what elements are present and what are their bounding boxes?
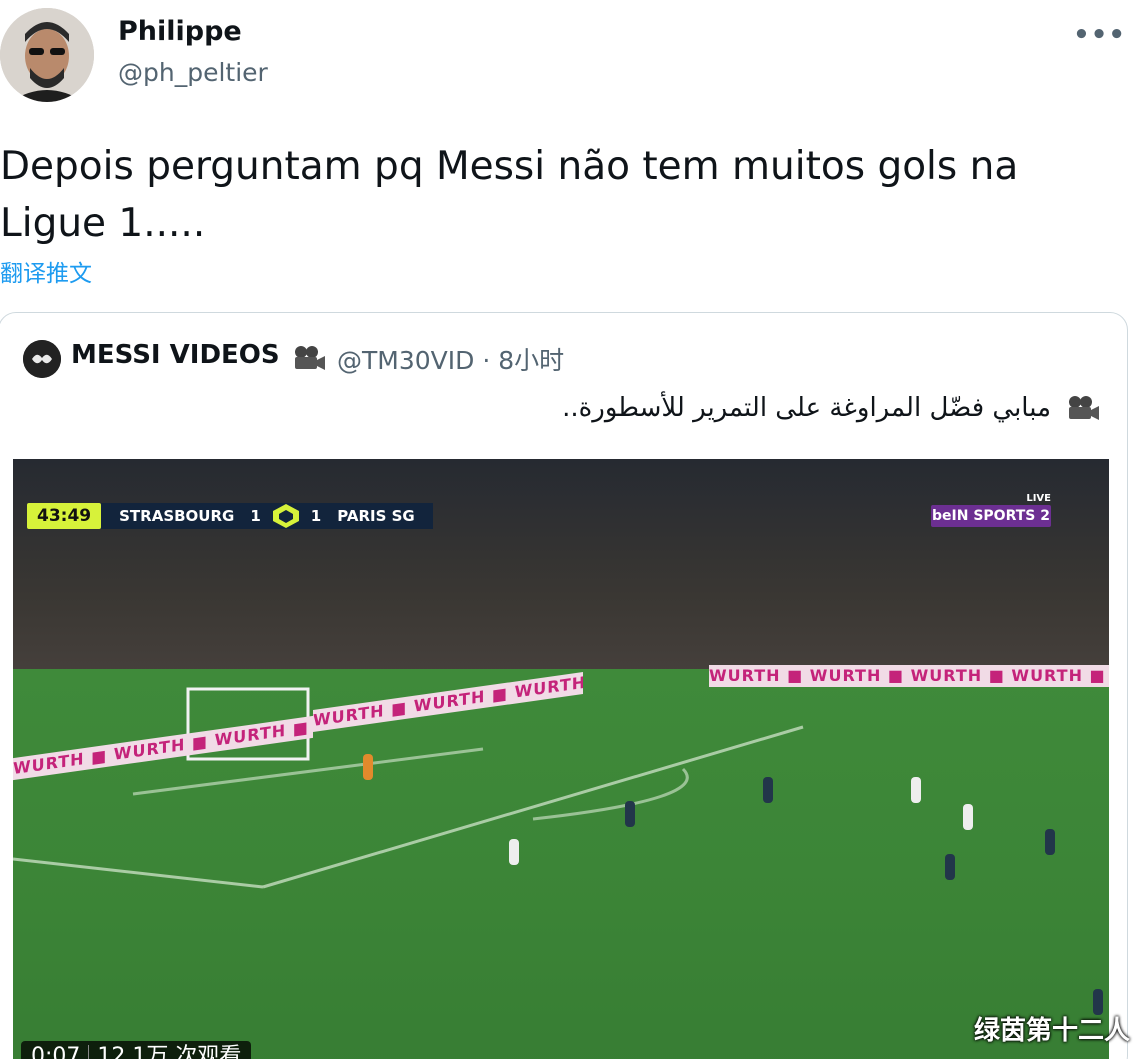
author-handle[interactable]: @ph_peltier: [118, 58, 268, 87]
away-team: PARIS SG: [337, 507, 415, 525]
scoreboard: 43:49 STRASBOURG 1 1 PARIS SG: [27, 503, 433, 529]
away-score: 1: [310, 507, 322, 525]
author-name[interactable]: Philippe: [118, 16, 242, 47]
player: [509, 839, 519, 865]
tweet-text: Depois perguntam pq Messi não tem muitos…: [0, 138, 1120, 252]
live-label: LIVE: [1026, 493, 1051, 504]
player: [625, 801, 635, 827]
quoted-handle-time: @TM30VID · 8小时: [337, 346, 565, 375]
quoted-avatar[interactable]: [23, 340, 61, 378]
player: [963, 804, 973, 830]
more-horizontal-icon[interactable]: •••: [1073, 20, 1126, 50]
video-info-badge: 0:07 12.1万 次观看: [21, 1041, 252, 1059]
player: [763, 777, 773, 803]
broadcaster-logo: beIN SPORTS 2: [931, 505, 1051, 527]
video-duration: 0:07: [31, 1044, 81, 1059]
score-bar: STRASBOURG 1 1 PARIS SG: [101, 503, 433, 529]
home-team: STRASBOURG: [119, 507, 235, 525]
movie-camera-icon: [1069, 396, 1099, 420]
player: [1045, 829, 1055, 855]
tweet-text-line-1: Depois perguntam pq Messi não tem muitos…: [0, 144, 1019, 189]
video-player[interactable]: WURTH ■ WURTH ■ WURTH ■ WURTH ■ WURTH WU…: [13, 459, 1109, 1059]
player: [363, 754, 373, 780]
ligue1-logo-icon: [272, 504, 299, 528]
quoted-tweet-text: مبابي فضّل المراوغة على التمرير للأسطورة…: [562, 393, 1051, 423]
quoted-tweet-card[interactable]: MESSI VIDEOS @TM30VID · 8小时 مبابي فضّل ا…: [0, 312, 1128, 1059]
player: [911, 777, 921, 803]
ad-board-right: WURTH ■ WURTH ■ WURTH ■ WURTH ■ WURTH: [709, 665, 1109, 687]
translate-tweet-link[interactable]: 翻译推文: [0, 254, 92, 288]
tweet-text-line-2: Ligue 1.....: [0, 201, 206, 246]
tweet-page: Philippe @ph_peltier ••• Depois pergunta…: [0, 0, 1148, 1059]
watermark: 绿茵第十二人: [973, 1016, 1130, 1046]
match-clock: 43:49: [27, 503, 102, 529]
video-views: 12.1万 次观看: [97, 1044, 242, 1059]
movie-camera-icon: [295, 346, 325, 370]
divider: [88, 1045, 90, 1059]
avatar[interactable]: [0, 8, 94, 102]
quoted-author-name[interactable]: MESSI VIDEOS: [71, 340, 280, 370]
home-score: 1: [250, 507, 261, 525]
player: [945, 854, 955, 880]
